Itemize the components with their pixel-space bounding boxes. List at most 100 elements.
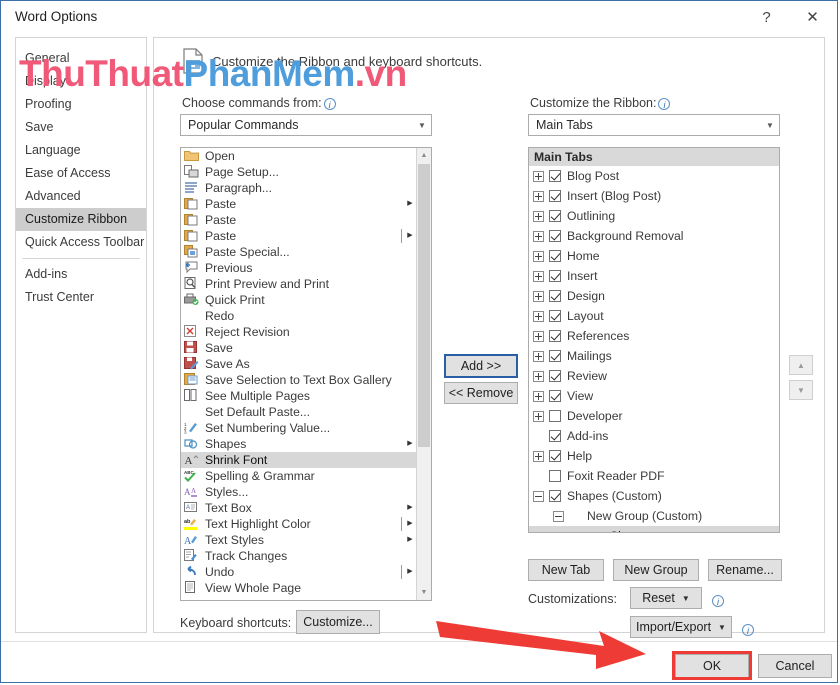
customize-shortcuts-button[interactable]: Customize...: [296, 610, 380, 634]
info-icon-reset[interactable]: i: [712, 595, 724, 607]
checkbox[interactable]: [549, 490, 561, 502]
scroll-up-icon[interactable]: ▲: [417, 148, 431, 163]
checkbox[interactable]: [549, 170, 561, 182]
commands-scrollbar[interactable]: ▲ ▼: [416, 148, 431, 600]
checkbox[interactable]: [549, 470, 561, 482]
close-icon[interactable]: ✕: [790, 1, 835, 33]
choose-commands-combo[interactable]: Popular Commands ▼: [180, 114, 432, 136]
ribbon-tree-item[interactable]: References: [529, 326, 779, 346]
sidebar-item-proofing[interactable]: Proofing: [16, 93, 146, 116]
expand-icon[interactable]: [533, 210, 544, 222]
expand-icon[interactable]: [533, 230, 544, 242]
ok-button[interactable]: OK: [675, 654, 749, 678]
ribbon-tree-item[interactable]: Developer: [529, 406, 779, 426]
move-down-button[interactable]: ▼: [789, 380, 813, 400]
command-list-item[interactable]: Previous: [181, 260, 416, 276]
expand-icon[interactable]: [533, 310, 544, 322]
sidebar-item-customize-ribbon[interactable]: Customize Ribbon: [16, 208, 146, 231]
command-list-item[interactable]: Save As: [181, 356, 416, 372]
new-tab-button[interactable]: New Tab: [528, 559, 604, 581]
command-list-item[interactable]: Redo: [181, 308, 416, 324]
ribbon-tree-item[interactable]: Background Removal: [529, 226, 779, 246]
expand-icon[interactable]: [533, 250, 544, 262]
command-list-item[interactable]: Shapes ▶: [181, 436, 416, 452]
expand-icon[interactable]: [533, 390, 544, 402]
command-list-item[interactable]: Quick Print: [181, 292, 416, 308]
ribbon-tree-item[interactable]: Outlining: [529, 206, 779, 226]
checkbox[interactable]: [549, 410, 561, 422]
ribbon-tree-item[interactable]: Shapes (Custom): [529, 486, 779, 506]
expand-icon[interactable]: [533, 190, 544, 202]
reset-button[interactable]: Reset ▼: [630, 587, 702, 609]
ribbon-tree-item[interactable]: Foxit Reader PDF: [529, 466, 779, 486]
ribbon-tree-item[interactable]: Insert (Blog Post): [529, 186, 779, 206]
ribbon-tree-item[interactable]: Help: [529, 446, 779, 466]
command-list-item[interactable]: Reject Revision: [181, 324, 416, 340]
cancel-button[interactable]: Cancel: [758, 654, 832, 678]
import-export-button[interactable]: Import/Export ▼: [630, 616, 732, 638]
checkbox[interactable]: [549, 230, 561, 242]
ribbon-tree-item[interactable]: Design: [529, 286, 779, 306]
collapse-icon[interactable]: [553, 510, 564, 522]
command-list-item[interactable]: A Text Box ▶: [181, 500, 416, 516]
command-list-item[interactable]: Open: [181, 148, 416, 164]
ribbon-tree-item[interactable]: Mailings: [529, 346, 779, 366]
customize-ribbon-combo[interactable]: Main Tabs ▼: [528, 114, 780, 136]
command-list-item[interactable]: Undo ▶: [181, 564, 416, 580]
collapse-icon[interactable]: [533, 490, 544, 502]
command-list-item[interactable]: Page Setup...: [181, 164, 416, 180]
checkbox[interactable]: [549, 290, 561, 302]
expand-icon[interactable]: [533, 410, 544, 422]
sidebar-item-save[interactable]: Save: [16, 116, 146, 139]
checkbox[interactable]: [549, 370, 561, 382]
checkbox[interactable]: [549, 310, 561, 322]
ribbon-tree-item[interactable]: New Group (Custom): [529, 506, 779, 526]
ribbon-tree-item[interactable]: Review: [529, 366, 779, 386]
command-list-item[interactable]: Paragraph...: [181, 180, 416, 196]
new-group-button[interactable]: New Group: [613, 559, 699, 581]
command-list-item[interactable]: A Text Styles ▶: [181, 532, 416, 548]
info-icon-customize-ribbon[interactable]: i: [658, 98, 671, 110]
commands-listbox[interactable]: Open Page Setup... Paragraph... Paste ▶ Paste…: [180, 147, 432, 601]
command-list-item[interactable]: Save: [181, 340, 416, 356]
ribbon-tree-item[interactable]: Layout: [529, 306, 779, 326]
command-list-item[interactable]: Paste: [181, 212, 416, 228]
add-button[interactable]: Add >>: [444, 354, 518, 378]
info-icon-choose-commands[interactable]: i: [323, 98, 336, 110]
info-icon-import-export[interactable]: i: [742, 624, 754, 636]
command-list-item[interactable]: Paste ▶: [181, 228, 416, 244]
command-list-item[interactable]: A A Styles...: [181, 484, 416, 500]
expand-icon[interactable]: [533, 450, 544, 462]
command-list-item[interactable]: Paste Special...: [181, 244, 416, 260]
checkbox[interactable]: [549, 330, 561, 342]
expand-icon[interactable]: [533, 170, 544, 182]
command-list-item[interactable]: Track Changes: [181, 548, 416, 564]
command-list-item[interactable]: Save Selection to Text Box Gallery: [181, 372, 416, 388]
command-list-item[interactable]: See Multiple Pages: [181, 388, 416, 404]
checkbox[interactable]: [549, 270, 561, 282]
help-icon[interactable]: ?: [744, 1, 789, 33]
ribbon-tree-listbox[interactable]: Main Tabs Blog Post Insert (Blog Post) Outl…: [528, 147, 780, 533]
checkbox[interactable]: [549, 350, 561, 362]
move-up-button[interactable]: ▲: [789, 355, 813, 375]
sidebar-item-general[interactable]: General: [16, 47, 146, 70]
checkbox[interactable]: [549, 210, 561, 222]
expand-icon[interactable]: [533, 370, 544, 382]
command-list-item[interactable]: A Shrink Font: [181, 452, 416, 468]
checkbox[interactable]: [549, 390, 561, 402]
expand-icon[interactable]: [533, 350, 544, 362]
scroll-thumb[interactable]: [418, 164, 430, 447]
sidebar-item-display[interactable]: Display: [16, 70, 146, 93]
ribbon-tree-item[interactable]: Home: [529, 246, 779, 266]
scroll-down-icon[interactable]: ▼: [417, 585, 431, 600]
sidebar-item-advanced[interactable]: Advanced: [16, 185, 146, 208]
ribbon-tree-item[interactable]: Insert: [529, 266, 779, 286]
command-list-item[interactable]: ABC Spelling & Grammar: [181, 468, 416, 484]
expand-icon[interactable]: [533, 290, 544, 302]
sidebar-item-trust-center[interactable]: Trust Center: [16, 286, 146, 309]
checkbox[interactable]: [549, 190, 561, 202]
expand-icon[interactable]: [533, 330, 544, 342]
rename-button[interactable]: Rename...: [708, 559, 782, 581]
sidebar-item-language[interactable]: Language: [16, 139, 146, 162]
remove-button[interactable]: << Remove: [444, 382, 518, 404]
